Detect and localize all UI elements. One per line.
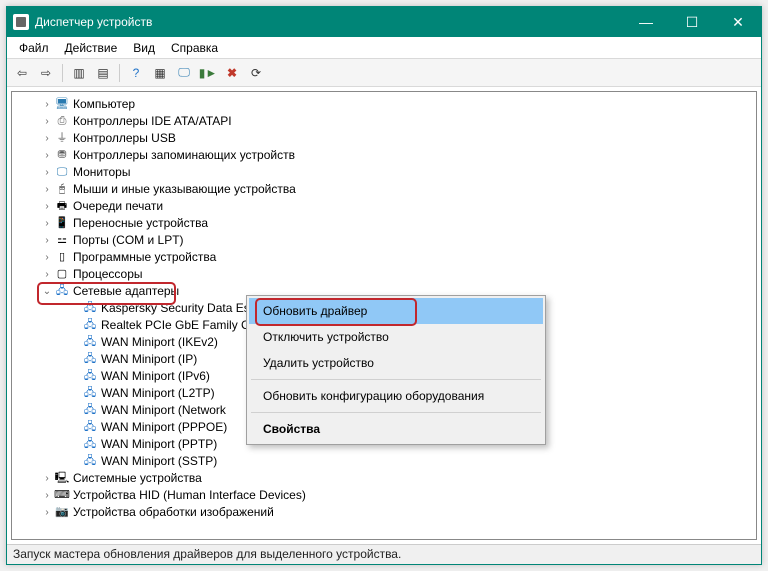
printer-icon: 🖶 (54, 199, 70, 215)
maximize-button[interactable]: ☐ (669, 7, 715, 37)
adapter-icon: 🖧 (82, 386, 98, 402)
adapter-icon: 🖧 (82, 318, 98, 334)
adapter-icon: 🖧 (82, 403, 98, 419)
ctx-scan-hardware[interactable]: Обновить конфигурацию оборудования (249, 383, 543, 409)
titlebar[interactable]: Диспетчер устройств — ☐ ✕ (7, 7, 761, 37)
toolbar: ⇦ ⇨ ▥ ▤ ? ▦ 🖵 ▮► ✖ ⟳ (7, 59, 761, 87)
portable-icon: 📱 (54, 216, 70, 232)
storage-icon: ⛃ (54, 148, 70, 164)
node-storage[interactable]: ›⛃Контроллеры запоминающих устройств (12, 147, 756, 164)
node-wan-sstp[interactable]: 🖧WAN Miniport (SSTP) (12, 453, 756, 470)
software-icon: ▯ (54, 250, 70, 266)
ctx-separator (251, 379, 541, 380)
adapter-icon: 🖧 (82, 437, 98, 453)
back-button[interactable]: ⇦ (11, 62, 33, 84)
forward-button[interactable]: ⇨ (35, 62, 57, 84)
node-computer[interactable]: ›🖥Компьютер (12, 96, 756, 113)
node-system-devices[interactable]: ›🖳Системные устройства (12, 470, 756, 487)
menu-action[interactable]: Действие (57, 39, 126, 57)
monitor-icon: 🖵 (54, 165, 70, 181)
node-ports[interactable]: ›⚍Порты (COM и LPT) (12, 232, 756, 249)
system-icon: 🖳 (54, 471, 70, 487)
window-title: Диспетчер устройств (35, 15, 152, 29)
show-hide-tree-button[interactable]: ▥ (68, 62, 90, 84)
minimize-button[interactable]: — (623, 7, 669, 37)
network-icon: 🖧 (54, 284, 70, 300)
node-print-queues[interactable]: ›🖶Очереди печати (12, 198, 756, 215)
context-menu: Обновить драйвер Отключить устройство Уд… (246, 295, 546, 445)
tree-panel: ›🖥Компьютер ›⎙Контроллеры IDE ATA/ATAPI … (11, 91, 757, 540)
node-monitors[interactable]: ›🖵Мониторы (12, 164, 756, 181)
ide-icon: ⎙ (54, 114, 70, 130)
ctx-uninstall-device[interactable]: Удалить устройство (249, 350, 543, 376)
scan-hardware-button[interactable]: ⟳ (245, 62, 267, 84)
ctx-separator (251, 412, 541, 413)
toolbar-separator (62, 64, 63, 82)
adapter-icon: 🖧 (82, 352, 98, 368)
menu-help[interactable]: Справка (163, 39, 226, 57)
ctx-disable-device[interactable]: Отключить устройство (249, 324, 543, 350)
node-ide[interactable]: ›⎙Контроллеры IDE ATA/ATAPI (12, 113, 756, 130)
cpu-icon: ▢ (54, 267, 70, 283)
statusbar: Запуск мастера обновления драйверов для … (7, 544, 761, 564)
adapter-icon: 🖧 (82, 335, 98, 351)
window-controls: — ☐ ✕ (623, 7, 761, 37)
ctx-update-driver[interactable]: Обновить драйвер (249, 298, 543, 324)
node-software-devices[interactable]: ›▯Программные устройства (12, 249, 756, 266)
statusbar-text: Запуск мастера обновления драйверов для … (13, 547, 401, 561)
node-processors[interactable]: ›▢Процессоры (12, 266, 756, 283)
help-button[interactable]: ? (125, 62, 147, 84)
node-mice[interactable]: ›🖰Мыши и иные указывающие устройства (12, 181, 756, 198)
app-icon (13, 14, 29, 30)
menubar: Файл Действие Вид Справка (7, 37, 761, 59)
menu-view[interactable]: Вид (125, 39, 163, 57)
enable-device-button[interactable]: ▮► (197, 62, 219, 84)
adapter-icon: 🖧 (82, 420, 98, 436)
hid-icon: ⌨ (54, 488, 70, 504)
uninstall-button[interactable]: ✖ (221, 62, 243, 84)
port-icon: ⚍ (54, 233, 70, 249)
node-imaging[interactable]: ›📷Устройства обработки изображений (12, 504, 756, 521)
adapter-icon: 🖧 (82, 369, 98, 385)
usb-icon: ⏚ (54, 131, 70, 147)
node-portable[interactable]: ›📱Переносные устройства (12, 215, 756, 232)
ctx-properties[interactable]: Свойства (249, 416, 543, 442)
menu-file[interactable]: Файл (11, 39, 57, 57)
mouse-icon: 🖰 (54, 182, 70, 198)
node-hid[interactable]: ›⌨Устройства HID (Human Interface Device… (12, 487, 756, 504)
adapter-icon: 🖧 (82, 454, 98, 470)
toolbar-separator (119, 64, 120, 82)
update-driver-button[interactable]: 🖵 (173, 62, 195, 84)
device-manager-window: Диспетчер устройств — ☐ ✕ Файл Действие … (6, 6, 762, 565)
node-usb[interactable]: ›⏚Контроллеры USB (12, 130, 756, 147)
adapter-icon: 🖧 (82, 301, 98, 317)
close-button[interactable]: ✕ (715, 7, 761, 37)
properties-button[interactable]: ▤ (92, 62, 114, 84)
scan-button[interactable]: ▦ (149, 62, 171, 84)
computer-icon: 🖥 (54, 97, 70, 113)
imaging-icon: 📷 (54, 505, 70, 521)
